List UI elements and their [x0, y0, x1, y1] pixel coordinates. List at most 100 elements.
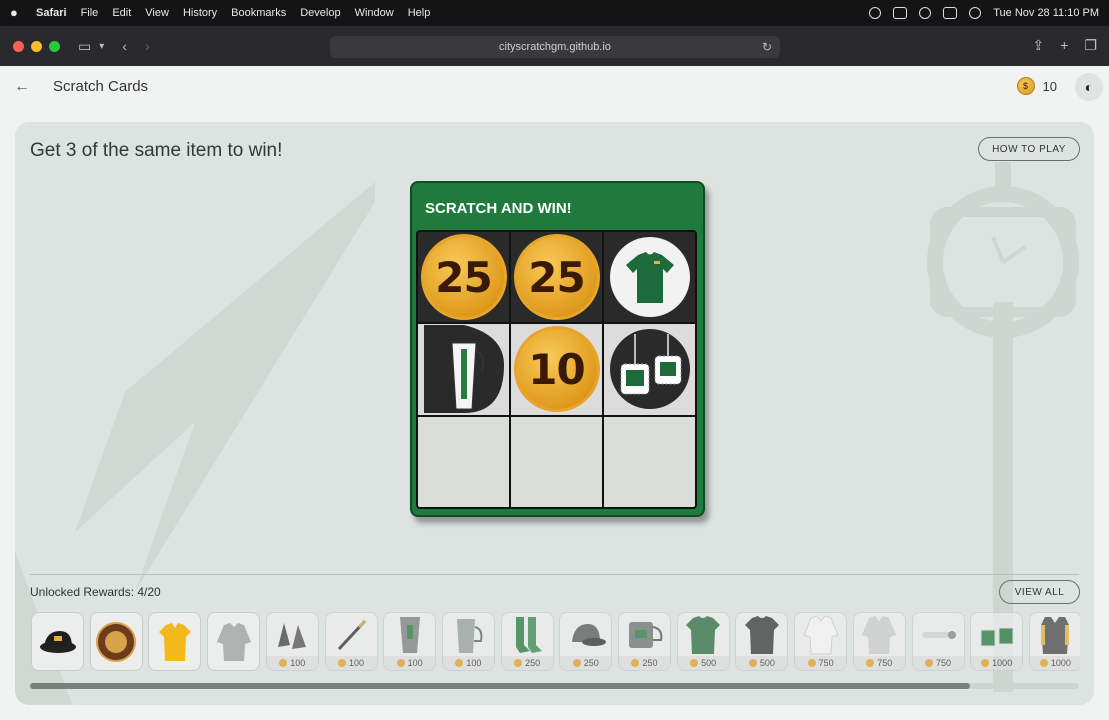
reward-price: 100 [384, 656, 436, 670]
back-arrow-icon[interactable]: ← [14, 78, 30, 96]
menu-bookmarks[interactable]: Bookmarks [231, 7, 286, 19]
reward-item[interactable]: 750 [911, 612, 965, 671]
reward-item[interactable]: 250 [559, 612, 613, 671]
reward-item[interactable]: 100 [383, 612, 437, 671]
menu-window[interactable]: Window [355, 7, 394, 19]
coin-icon [631, 659, 640, 667]
menu-view[interactable]: View [145, 7, 169, 19]
page: ← Scratch Cards $ 10 ◐ Get 3 of the same… [0, 66, 1109, 720]
scratch-grid: 25 25 10 [416, 230, 697, 509]
reward-price-value: 500 [759, 658, 775, 668]
control-center-icon[interactable] [943, 7, 958, 19]
reward-item[interactable] [207, 612, 261, 671]
pen-icon [326, 613, 377, 657]
menu-bar: ● Safari File Edit View History Bookmark… [0, 0, 1109, 26]
scratch-cell[interactable]: 25 [511, 232, 602, 323]
reward-item[interactable]: 100 [265, 612, 319, 671]
hat-icon [32, 613, 83, 670]
reload-icon[interactable]: ↻ [762, 40, 772, 54]
reward-price: 500 [736, 656, 788, 670]
sidebar-icon[interactable]: ▭ [78, 38, 91, 55]
lanyard-icon [913, 613, 964, 657]
reward-price-value: 100 [466, 658, 482, 668]
scratch-cell[interactable] [418, 324, 509, 415]
moon-icon: ◐ [1084, 79, 1094, 95]
zoom-window-button[interactable] [49, 40, 60, 52]
close-window-button[interactable] [13, 40, 24, 52]
reward-item[interactable]: 750 [794, 612, 848, 671]
menu-help[interactable]: Help [408, 7, 431, 19]
reward-item[interactable]: 500 [735, 612, 789, 671]
reward-item[interactable]: 100 [324, 612, 378, 671]
minimize-window-button[interactable] [31, 40, 42, 52]
menu-edit[interactable]: Edit [112, 7, 131, 19]
scratch-cell[interactable]: 25 [418, 232, 509, 323]
rewards-scrollbar[interactable] [30, 683, 1079, 689]
reward-item[interactable]: 1000 [970, 612, 1024, 671]
scratch-cell[interactable]: 10 [511, 324, 602, 415]
how-to-play-button[interactable]: HOW TO PLAY [978, 137, 1080, 161]
reward-item[interactable] [31, 612, 84, 671]
scratch-cell-hidden[interactable] [511, 416, 602, 507]
reward-item[interactable]: 250 [500, 612, 554, 671]
scratch-cell[interactable] [604, 324, 695, 415]
status-icon[interactable] [869, 7, 882, 19]
view-all-button[interactable]: VIEW ALL [999, 580, 1080, 604]
coin-prize: 25 [420, 234, 507, 321]
menu-develop[interactable]: Develop [300, 7, 340, 19]
coin-prize: 10 [513, 326, 600, 413]
coin-icon [924, 659, 933, 667]
reward-price: 250 [501, 656, 553, 670]
reward-price-value: 750 [935, 658, 952, 668]
coin-icon [981, 659, 990, 667]
reward-item[interactable]: 500 [676, 612, 730, 671]
battery-icon[interactable] [893, 7, 908, 19]
green-shirt-icon [678, 613, 729, 657]
reward-price-value: 250 [583, 658, 599, 668]
keychains-icon [971, 613, 1022, 657]
forward-nav-icon[interactable]: › [145, 38, 150, 54]
reward-price-value: 250 [642, 658, 658, 668]
reward-price-value: 100 [348, 658, 365, 668]
siri-icon[interactable] [969, 7, 982, 19]
scratch-cell[interactable] [604, 232, 695, 323]
polo-icon [149, 613, 200, 670]
browser-toolbar: ▭ ▾ ‹ › cityscratchgm.github.io ↻ ⇪ + ❐ [0, 26, 1109, 66]
game-tagline: Get 3 of the same item to win! [30, 140, 283, 161]
coin-icon: $ [1016, 77, 1035, 95]
menu-history[interactable]: History [183, 7, 217, 19]
chevron-down-icon[interactable]: ▾ [99, 41, 104, 52]
reward-price-value: 100 [407, 658, 423, 668]
page-title: Scratch Cards [53, 78, 149, 95]
theme-toggle-button[interactable]: ◐ [1075, 73, 1103, 101]
patch-icon [91, 613, 142, 670]
reward-price: 1000 [971, 656, 1023, 670]
share-icon[interactable]: ⇪ [1033, 37, 1045, 54]
page-header: ← Scratch Cards $ 10 ◐ [0, 66, 1109, 108]
reward-item[interactable]: 100 [441, 612, 495, 671]
scratch-cell-hidden[interactable] [418, 416, 509, 507]
reward-item[interactable]: 750 [852, 612, 906, 671]
vest-icon [1030, 613, 1080, 657]
reward-price-value: 750 [877, 658, 893, 668]
menubar-clock[interactable]: Tue Nov 28 11:10 PM [993, 7, 1099, 19]
new-tab-icon[interactable]: + [1060, 37, 1068, 54]
reward-item[interactable] [148, 612, 202, 671]
menu-file[interactable]: File [81, 7, 99, 19]
reward-item[interactable] [89, 612, 143, 671]
menu-app[interactable]: Safari [36, 7, 67, 19]
scratch-cell-hidden[interactable] [604, 416, 695, 507]
scrollbar-thumb[interactable] [30, 683, 970, 689]
reward-item[interactable]: 1000 [1028, 612, 1080, 671]
white-hoodie-icon [795, 613, 846, 657]
back-nav-icon[interactable]: ‹ [122, 38, 127, 54]
pullover-icon [208, 613, 259, 670]
reward-price-value: 500 [701, 658, 717, 668]
wifi-icon[interactable] [919, 7, 932, 19]
coin-icon [1039, 659, 1048, 667]
coin-icon [690, 659, 699, 667]
apple-icon[interactable]: ● [10, 6, 22, 20]
address-bar[interactable]: cityscratchgm.github.io ↻ [330, 36, 780, 58]
reward-item[interactable]: 250 [618, 612, 671, 671]
tabs-overview-icon[interactable]: ❐ [1084, 37, 1097, 54]
